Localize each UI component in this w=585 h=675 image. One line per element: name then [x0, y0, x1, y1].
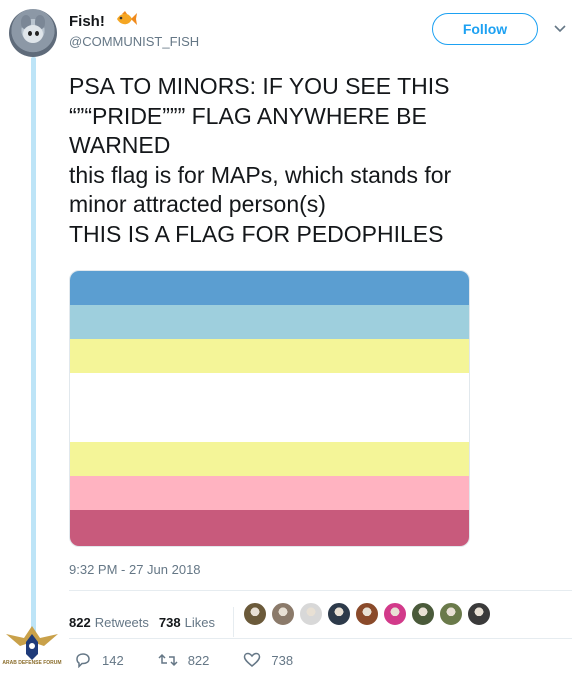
liker-avatar[interactable]: [327, 602, 351, 626]
flag-stripe: [70, 373, 469, 442]
display-name[interactable]: Fish!: [69, 10, 138, 32]
liker-avatar[interactable]: [411, 602, 435, 626]
retweet-button[interactable]: 822: [158, 652, 210, 668]
divider: [69, 638, 572, 639]
follow-button[interactable]: Follow: [432, 13, 538, 45]
tweet-line: “”“PRIDE””” FLAG ANYWHERE BE: [69, 102, 427, 129]
avatar-eye: [35, 31, 39, 36]
watermark-text: ARAB DEFENSE FORUM: [2, 660, 62, 666]
flag-image[interactable]: [69, 270, 470, 547]
reply-button[interactable]: 142: [74, 652, 124, 668]
reply-count: 142: [102, 652, 124, 668]
stats-separator: [232, 607, 234, 637]
tweet-line: this flag is for MAPs, which stands for: [69, 161, 452, 188]
tweet-actions: 142 822 738: [74, 652, 327, 668]
avatar-eye: [28, 31, 32, 36]
retweets-stat[interactable]: 822 Retweets: [69, 615, 149, 630]
engagement-stats: 822 Retweets 738 Likes: [69, 607, 234, 637]
fish-icon: [115, 10, 138, 32]
chevron-down-icon[interactable]: [553, 24, 567, 34]
liker-avatar[interactable]: [439, 602, 463, 626]
timestamp[interactable]: 9:32 PM - 27 Jun 2018: [69, 562, 201, 577]
like-count: 738: [271, 652, 294, 668]
liker-avatar[interactable]: [271, 602, 295, 626]
reply-icon: [76, 653, 90, 668]
avatar[interactable]: [9, 9, 57, 57]
avatar-face: [23, 25, 43, 43]
liker-avatar[interactable]: [243, 602, 267, 626]
retweet-count: 822: [187, 652, 210, 668]
flag-stripe: [70, 305, 469, 339]
thread-line: [31, 57, 36, 657]
flag-stripe: [70, 476, 469, 510]
display-name-text[interactable]: Fish!: [69, 13, 105, 30]
retweet-icon: [158, 653, 178, 667]
like-button[interactable]: 738: [243, 652, 293, 668]
tweet-text: PSA TO MINORS: IF YOU SEE THIS “”“PRIDE”…: [69, 72, 569, 249]
tweet-line: THIS IS A FLAG FOR PEDOPHILES: [69, 220, 444, 247]
liker-avatar[interactable]: [383, 602, 407, 626]
tweet-line: PSA TO MINORS: IF YOU SEE THIS: [69, 73, 450, 99]
tweet-line: WARNED: [69, 132, 171, 158]
liker-avatar[interactable]: [355, 602, 379, 626]
flag-stripe: [70, 339, 469, 373]
user-handle[interactable]: @COMMUNIST_FISH: [69, 34, 199, 49]
heart-icon: [244, 652, 261, 667]
tweet-line: minor attracted person(s): [69, 191, 326, 217]
flag-stripe: [70, 271, 469, 305]
flag-stripe: [70, 510, 469, 546]
divider: [69, 590, 572, 591]
liker-avatar[interactable]: [299, 602, 323, 626]
likes-stat[interactable]: 738 Likes: [159, 615, 215, 630]
liker-avatar[interactable]: [467, 602, 491, 626]
flag-stripe: [70, 442, 469, 476]
liker-avatars: [243, 602, 491, 626]
